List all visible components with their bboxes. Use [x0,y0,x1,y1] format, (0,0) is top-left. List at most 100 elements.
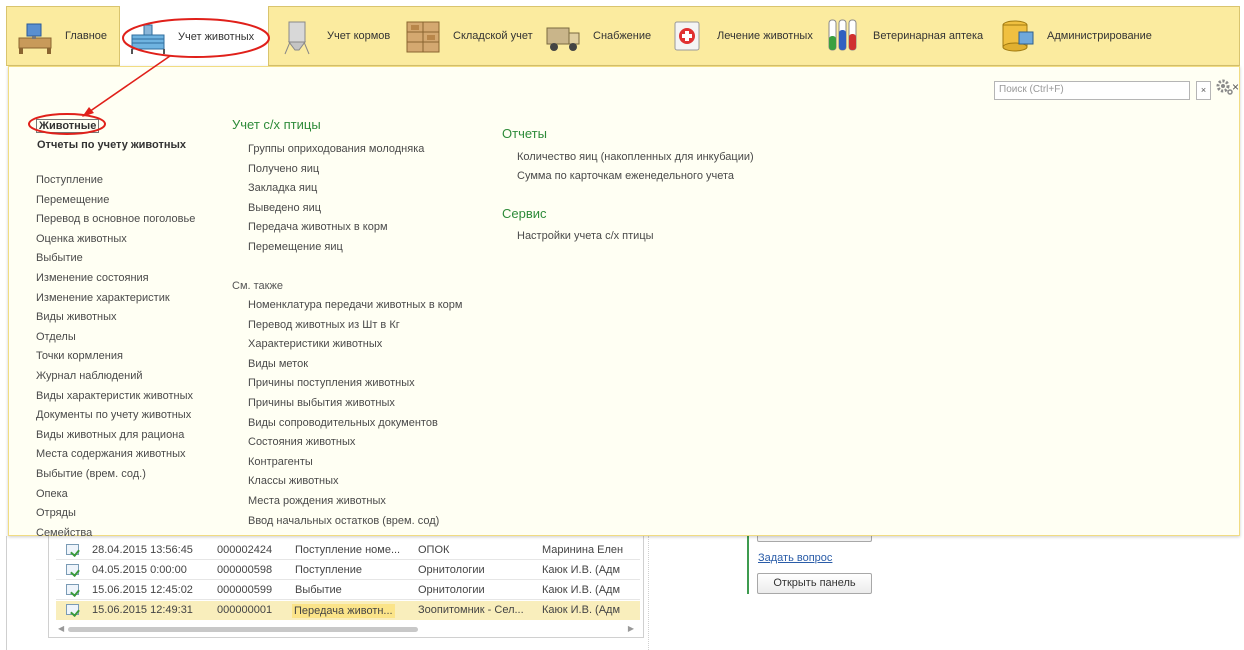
truck-icon [543,16,583,56]
search-input[interactable]: Поиск (Ctrl+F) [994,81,1190,100]
menu-item[interactable]: Отделы [36,331,76,343]
open-panel-button[interactable]: Открыть панель [757,573,872,594]
menu-item-animals[interactable]: Животные [36,119,100,133]
row-type: Поступление номе... [295,544,401,556]
menu-item[interactable]: Выбытие (врем. сод.) [36,468,146,480]
menu-item[interactable]: Семейства [36,527,92,539]
section-vet-pharmacy[interactable]: Ветеринарная аптека [815,6,989,66]
column-divider [648,536,649,650]
menu-item[interactable]: Передача животных в корм [248,221,388,233]
close-panel-button[interactable]: × [1232,80,1239,94]
menu-item[interactable]: Ввод начальных остатков (врем. сод) [248,515,439,527]
menu-item[interactable]: Перевод животных из Шт в Кг [248,319,400,331]
menu-item[interactable]: Поступление [36,174,103,186]
menu-item[interactable]: Изменение состояния [36,272,149,284]
menu-item[interactable]: Виды сопроводительных документов [248,417,438,429]
section-supply[interactable]: Снабжение [535,6,659,66]
menu-item[interactable]: Виды животных [36,311,116,323]
menu-item[interactable]: Получено яиц [248,163,319,175]
row-org: Зоопитомник - Сел... [418,604,524,616]
row-number: 000000599 [217,584,273,596]
menu-item[interactable]: Выведено яиц [248,202,321,214]
page-left-border [6,536,7,650]
menu-item[interactable]: Причины поступления животных [248,377,415,389]
ask-question-link[interactable]: Задать вопрос [758,552,832,564]
scroll-right-arrow-icon[interactable]: ▶ [628,624,634,633]
menu-item[interactable]: Закладка яиц [248,182,317,194]
sections-bar: Главное Учет животных Учет кормов Складс… [6,6,1240,67]
menu-item[interactable]: Изменение характеристик [36,292,170,304]
section-warehouse[interactable]: Складской учет [395,6,535,66]
menu-item[interactable]: Места содержания животных [36,448,185,460]
menu-item[interactable]: Номенклатура передачи животных в корм [248,299,462,311]
menu-item[interactable]: Характеристики животных [248,338,382,350]
menu-item-weekly-sum-report[interactable]: Сумма по карточкам еженедельного учета [517,170,734,182]
document-posted-icon [66,584,79,595]
menu-item[interactable]: Виды характеристик животных [36,390,193,402]
section-feed[interactable]: Учет кормов [269,6,395,66]
menu-item[interactable]: Места рождения животных [248,495,386,507]
row-type: Передача животн... [292,604,395,618]
table-row[interactable]: 04.05.2015 0:00:00 000000598 Поступление… [56,561,640,580]
menu-item[interactable]: Перемещение [36,194,109,206]
row-type: Поступление [295,564,363,576]
section-label: Складской учет [453,30,533,42]
menu-item[interactable]: Отряды [36,507,76,519]
search-clear-button[interactable]: × [1196,81,1211,100]
row-date: 28.04.2015 13:56:45 [92,544,193,556]
horizontal-scrollbar[interactable]: ◀ ▶ [56,624,636,634]
menu-item[interactable]: Оценка животных [36,233,127,245]
silo-icon [277,16,317,56]
menu-item[interactable]: Точки кормления [36,350,123,362]
desk-icon [15,16,55,56]
menu-item-animal-reports[interactable]: Отчеты по учету животных [37,139,186,151]
farm-icon [128,17,168,57]
partial-button[interactable] [757,536,872,542]
info-panel-accent [747,536,749,594]
row-type: Выбытие [295,584,342,596]
menu-item[interactable]: Причины выбытия животных [248,397,395,409]
row-org: ОПОК [418,544,450,556]
section-label: Ветеринарная аптека [873,30,984,42]
gear-icon[interactable] [1215,78,1233,96]
table-row-selected[interactable]: 15.06.2015 12:49:31 000000001 Передача ж… [56,601,640,620]
table-row[interactable]: 15.06.2015 12:45:02 000000599 Выбытие Ор… [56,581,640,600]
row-number: 000002424 [217,544,273,556]
test-tubes-icon [823,16,863,56]
section-animals[interactable]: Учет животных [119,6,269,67]
section-admin[interactable]: Администрирование [989,6,1159,66]
row-date: 15.06.2015 12:45:02 [92,584,193,596]
menu-item[interactable]: Перевод в основное поголовье [36,213,195,225]
see-also-heading: См. также [232,280,283,292]
row-user: Каюк И.В. (Адм [542,564,621,576]
menu-item[interactable]: Журнал наблюдений [36,370,143,382]
menu-item[interactable]: Документы по учету животных [36,409,191,421]
menu-item[interactable]: Виды меток [248,358,308,370]
menu-item[interactable]: Перемещение яиц [248,241,343,253]
section-label: Учет кормов [327,30,391,42]
menu-item[interactable]: Опека [36,488,68,500]
section-treatment[interactable]: Лечение животных [659,6,815,66]
menu-item[interactable]: Состояния животных [248,436,355,448]
section-main[interactable]: Главное [7,6,119,66]
scroll-left-arrow-icon[interactable]: ◀ [58,624,64,633]
menu-item[interactable]: Классы животных [248,475,339,487]
row-user: Маринина Елен [542,544,624,556]
menu-item-egg-count-report[interactable]: Количество яиц (накопленных для инкубаци… [517,151,754,163]
document-posted-icon [66,564,79,575]
table-row[interactable]: 28.04.2015 13:56:45 000002424 Поступлени… [56,541,640,560]
menu-item[interactable]: Группы оприходования молодняка [248,143,424,155]
section-label: Учет животных [178,30,255,43]
row-date: 04.05.2015 0:00:00 [92,564,187,576]
menu-item[interactable]: Контрагенты [248,456,313,468]
row-user: Каюк И.В. (Адм [542,604,621,616]
menu-item[interactable]: Выбытие [36,252,83,264]
service-heading: Сервис [502,206,547,221]
scrollbar-thumb[interactable] [68,627,418,632]
reports-heading: Отчеты [502,126,547,141]
row-number: 000000598 [217,564,273,576]
database-icon [997,16,1037,56]
menu-item-poultry-settings[interactable]: Настройки учета с/х птицы [517,230,654,242]
row-user: Каюк И.В. (Адм [542,584,621,596]
menu-item[interactable]: Виды животных для рациона [36,429,184,441]
